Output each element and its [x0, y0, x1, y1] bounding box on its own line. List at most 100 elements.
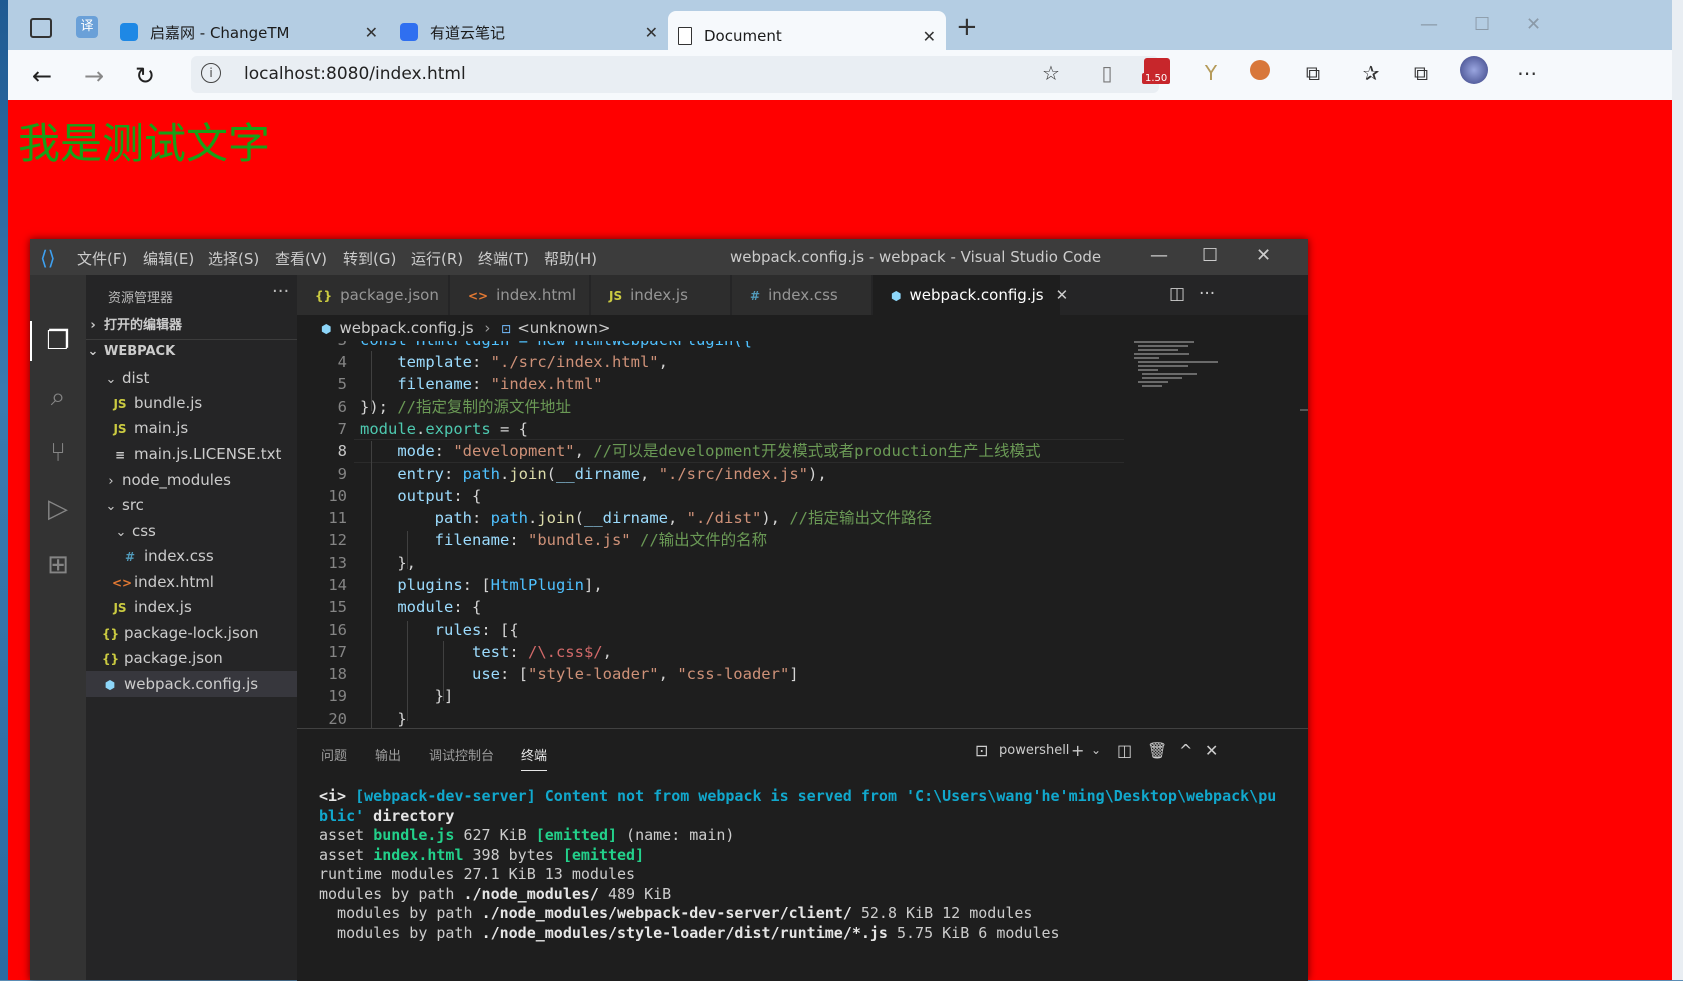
editor-tab-index-css[interactable]: # index.css [732, 275, 872, 315]
yoyo-extension-icon[interactable]: Y [1200, 62, 1222, 84]
panel-tab-debug-console[interactable]: 调试控制台 [429, 745, 494, 764]
tree-folder-css[interactable]: ⌄ css [86, 518, 325, 544]
symbol-icon: ⊡ [501, 322, 512, 336]
maximize-panel-icon[interactable]: ^ [1179, 741, 1192, 760]
tree-file-license[interactable]: ≡ main.js.LICENSE.txt [86, 441, 323, 467]
vscode-minimize-icon[interactable]: — [1150, 245, 1168, 266]
more-menu-icon[interactable]: ⋯ [1516, 62, 1538, 84]
forward-icon[interactable]: → [84, 62, 104, 90]
code-line: 8 mode: "development", //可以是development开… [337, 442, 1041, 460]
project-section[interactable]: ⌄ WEBPACK [86, 339, 297, 365]
tree-file-bundle-js[interactable]: JS bundle.js [86, 390, 323, 416]
tree-folder-dist[interactable]: ⌄ dist [86, 365, 315, 391]
search-icon[interactable]: ⌕ [44, 383, 72, 411]
code-editor[interactable]: 3const HtmlPlugin = new HtmlWebpackPlugi… [297, 341, 1308, 728]
kill-terminal-icon[interactable]: 🗑 [1147, 741, 1167, 760]
refresh-icon[interactable]: ↻ [135, 62, 155, 90]
tree-file-index-js[interactable]: JS index.js [86, 594, 323, 620]
editor-tab-index-js[interactable]: JS index.js [591, 275, 731, 315]
webpack-file-icon: ⬢ [104, 678, 116, 692]
breadcrumb-symbol[interactable]: <unknown> [517, 319, 610, 337]
back-icon[interactable]: ← [32, 62, 52, 90]
split-terminal-icon[interactable]: ◫ [1117, 741, 1132, 760]
explorer-title: 资源管理器 [108, 291, 174, 306]
minimize-icon[interactable]: — [1420, 14, 1438, 35]
menu-view[interactable]: 查看(V) [275, 248, 327, 269]
section-label: 打开的编辑器 [104, 318, 183, 333]
tree-file-main-js[interactable]: JS main.js [86, 415, 323, 441]
menu-terminal[interactable]: 终端(T) [478, 248, 529, 269]
tree-file-webpack-config[interactable]: ⬢ webpack.config.js [86, 671, 313, 697]
site-info-icon[interactable]: i [201, 63, 221, 83]
close-tab-icon[interactable]: ✕ [365, 23, 378, 42]
menu-run[interactable]: 运行(R) [411, 248, 463, 269]
editor-tab-package-json[interactable]: {} package.json [297, 275, 449, 315]
source-control-icon[interactable]: ⑂ [44, 439, 72, 467]
terminal-shell-name[interactable]: powershell [999, 743, 1069, 758]
new-terminal-icon[interactable]: + [1071, 741, 1084, 760]
terminal-output[interactable]: <i> [webpack-dev-server] Content not fro… [319, 787, 1276, 943]
panel-tab-terminal[interactable]: 终端 [521, 745, 548, 771]
explorer-icon[interactable]: ❐ [44, 327, 72, 355]
editor-more-icon[interactable]: ··· [1199, 284, 1215, 304]
extensions-icon[interactable]: ⊞ [44, 551, 72, 579]
reading-view-icon[interactable]: ▯ [1096, 62, 1118, 84]
editor-tab-index-html[interactable]: <> index.html [450, 275, 590, 315]
favorite-star-icon[interactable]: ☆ [1040, 62, 1062, 84]
tab-actions-icon[interactable] [30, 18, 52, 38]
monkey-extension-icon[interactable] [1250, 60, 1270, 80]
text-file-icon: ≡ [114, 448, 126, 462]
vscode-maximize-icon[interactable]: ☐ [1202, 245, 1218, 266]
terminal-line: asset bundle.js 627 KiB [emitted] (name:… [319, 826, 735, 844]
browser-tab-changetm[interactable]: 启嘉网 - ChangeTM ✕ [110, 12, 388, 52]
editor-tab-webpack-config[interactable]: ⬢ webpack.config.js ✕ [873, 275, 1068, 315]
maximize-icon[interactable]: ☐ [1474, 14, 1490, 35]
terminal-dropdown-icon[interactable]: ⌄ [1091, 743, 1101, 757]
vscode-close-icon[interactable]: ✕ [1256, 245, 1271, 266]
breadcrumb-separator-icon: › [484, 319, 491, 337]
code-line: 9 entry: path.join(__dirname, "./src/ind… [337, 465, 827, 483]
favorites-icon[interactable]: ✰ [1360, 62, 1382, 84]
browser-tab-youdao[interactable]: 有道云笔记 ✕ [390, 12, 668, 52]
close-tab-icon[interactable]: ✕ [645, 23, 658, 42]
editor-scrollbar[interactable] [1300, 341, 1308, 728]
tree-file-package-json[interactable]: {} package.json [86, 645, 313, 671]
run-debug-icon[interactable]: ▷ [44, 495, 72, 523]
open-editors-section[interactable]: › 打开的编辑器 [86, 313, 297, 339]
extensions-puzzle-icon[interactable]: ⧉ [1302, 62, 1324, 84]
code-line: 7 module.exports = { [337, 420, 528, 438]
close-tab-icon[interactable]: ✕ [923, 27, 936, 46]
panel-tab-problems[interactable]: 问题 [321, 745, 347, 764]
tree-folder-node-modules[interactable]: › node_modules [86, 467, 315, 493]
split-editor-icon[interactable]: ◫ [1169, 284, 1185, 304]
menu-help[interactable]: 帮助(H) [544, 248, 597, 269]
menu-selection[interactable]: 选择(S) [208, 248, 259, 269]
code-line: 11 path: path.join(__dirname, "./dist"),… [328, 509, 932, 527]
tree-folder-src[interactable]: ⌄ src [86, 492, 315, 518]
terminal-line: modules by path ./node_modules/ 489 KiB [319, 884, 672, 903]
tree-file-index-css[interactable]: # index.css [86, 543, 333, 569]
breadcrumb-file[interactable]: webpack.config.js [339, 319, 473, 337]
activity-bar: ❐ ⌕ ⑂ ▷ ⊞ [30, 275, 86, 980]
tab-label: Document [704, 27, 782, 45]
terminal-line: asset index.html 398 bytes [emitted] [319, 845, 645, 864]
js-file-icon: JS [113, 397, 127, 411]
tree-file-package-lock[interactable]: {} package-lock.json [86, 620, 313, 646]
close-panel-icon[interactable]: ✕ [1205, 741, 1218, 760]
code-line: 13 }, [328, 554, 416, 572]
tree-file-index-html[interactable]: <> index.html [86, 569, 323, 595]
terminal-line: modules by path ./node_modules/style-loa… [319, 923, 1060, 942]
close-tab-icon[interactable]: ✕ [1056, 286, 1069, 304]
translate-extension-icon[interactable]: 译 [76, 16, 98, 38]
panel-tab-output[interactable]: 输出 [375, 745, 401, 764]
menu-file[interactable]: 文件(F) [77, 248, 127, 269]
minimap[interactable] [1134, 341, 1224, 401]
collections-icon[interactable]: ⧉ [1410, 62, 1432, 84]
menu-edit[interactable]: 编辑(E) [143, 248, 194, 269]
code-line: 15 module: { [328, 598, 482, 616]
menu-go[interactable]: 转到(G) [343, 248, 396, 269]
profile-avatar[interactable] [1460, 56, 1488, 84]
close-window-icon[interactable]: ✕ [1526, 14, 1541, 35]
explorer-more-icon[interactable]: ··· [272, 281, 289, 302]
new-tab-button[interactable]: + [956, 12, 978, 42]
